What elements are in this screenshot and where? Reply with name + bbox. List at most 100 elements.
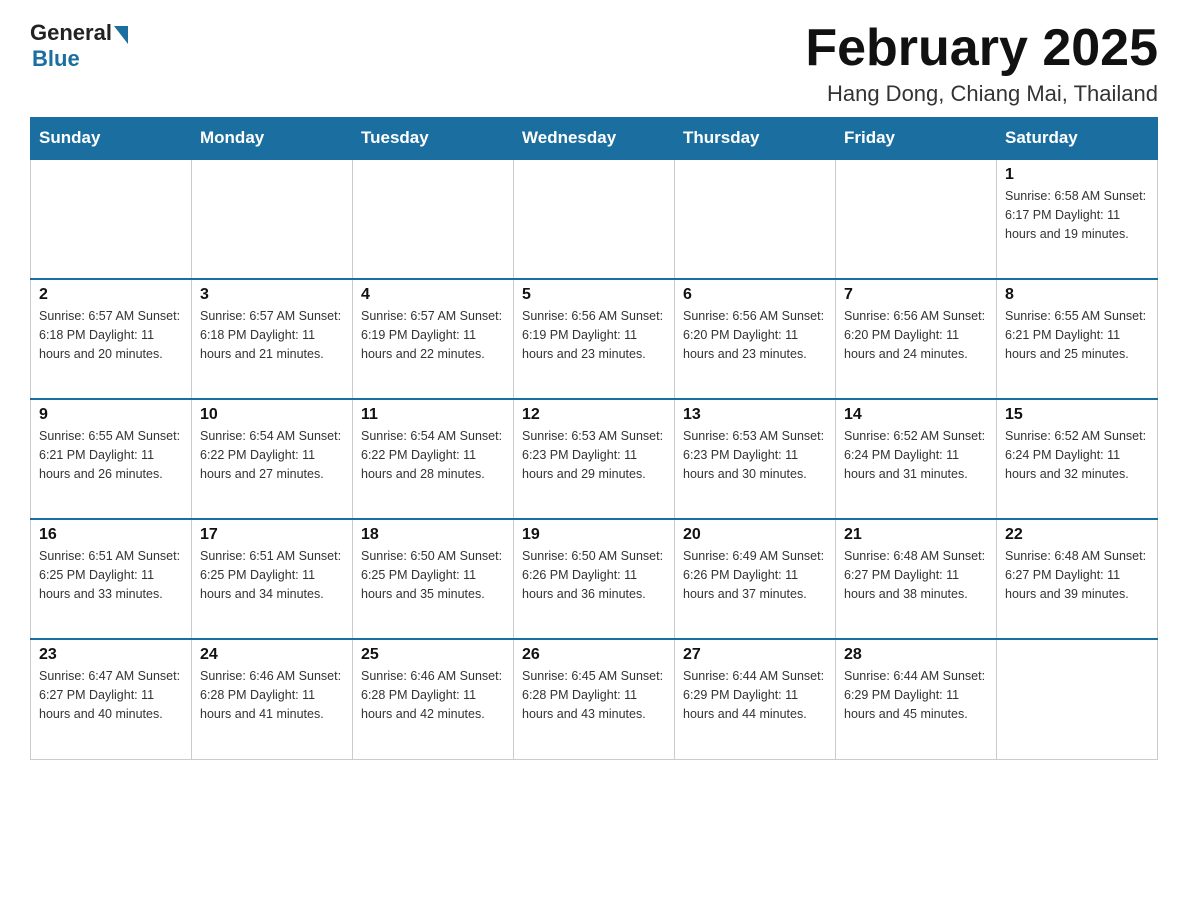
calendar-cell: 6 Sunrise: 6:56 AM Sunset: 6:20 PM Daylig…: [675, 279, 836, 399]
day-info: Sunrise: 6:44 AM Sunset: 6:29 PM Dayligh…: [844, 667, 988, 723]
logo: General Blue: [30, 20, 128, 72]
calendar-cell: 21Sunrise: 6:48 AM Sunset: 6:27 PM Dayli…: [836, 519, 997, 639]
day-number: 16: [39, 526, 183, 544]
day-info: Sunrise: 6:46 AM Sunset: 6:28 PM Dayligh…: [200, 667, 344, 723]
day-info: Sunrise: 6:45 AM Sunset: 6:28 PM Dayligh…: [522, 667, 666, 723]
day-info: Sunrise: 6:54 AM Sunset: 6:22 PM Dayligh…: [200, 427, 344, 483]
day-info: Sunrise: 6:56 AM Sunset: 6:20 PM Dayligh…: [683, 307, 827, 363]
calendar-cell: 1 Sunrise: 6:58 AM Sunset: 6:17 PM Daylig…: [997, 159, 1158, 279]
calendar-cell: 24 Sunrise: 6:46 AM Sunset: 6:28 PM Dayli…: [192, 639, 353, 759]
calendar-cell: 5 Sunrise: 6:56 AM Sunset: 6:19 PM Daylig…: [514, 279, 675, 399]
calendar-cell: 18 Sunrise: 6:50 AM Sunset: 6:25 PM Dayli…: [353, 519, 514, 639]
calendar-cell: [353, 159, 514, 279]
day-number: 27: [683, 646, 827, 664]
page-header: General Blue February 2025 Hang Dong, Ch…: [30, 20, 1158, 107]
day-number: 25: [361, 646, 505, 664]
calendar-cell: 26 Sunrise: 6:45 AM Sunset: 6:28 PM Dayli…: [514, 639, 675, 759]
day-number: 4: [361, 286, 505, 304]
calendar-day-header: Friday: [836, 118, 997, 160]
calendar-cell: 13 Sunrise: 6:53 AM Sunset: 6:23 PM Dayli…: [675, 399, 836, 519]
calendar-day-header: Wednesday: [514, 118, 675, 160]
day-info: Sunrise: 6:55 AM Sunset: 6:21 PM Dayligh…: [1005, 307, 1149, 363]
calendar-cell: 12 Sunrise: 6:53 AM Sunset: 6:23 PM Dayli…: [514, 399, 675, 519]
day-number: 24: [200, 646, 344, 664]
calendar-cell: 7 Sunrise: 6:56 AM Sunset: 6:20 PM Daylig…: [836, 279, 997, 399]
day-number: 1: [1005, 166, 1149, 184]
day-number: 14: [844, 406, 988, 424]
day-number: 8: [1005, 286, 1149, 304]
calendar-cell: [31, 159, 192, 279]
day-info: Sunrise: 6:51 AM Sunset: 6:25 PM Dayligh…: [200, 547, 344, 603]
day-info: Sunrise: 6:52 AM Sunset: 6:24 PM Dayligh…: [1005, 427, 1149, 483]
day-info: Sunrise: 6:50 AM Sunset: 6:25 PM Dayligh…: [361, 547, 505, 603]
day-info: Sunrise: 6:56 AM Sunset: 6:19 PM Dayligh…: [522, 307, 666, 363]
day-info: Sunrise: 6:49 AM Sunset: 6:26 PM Dayligh…: [683, 547, 827, 603]
calendar-week-row: 9 Sunrise: 6:55 AM Sunset: 6:21 PM Daylig…: [31, 399, 1158, 519]
day-info: Sunrise: 6:57 AM Sunset: 6:18 PM Dayligh…: [39, 307, 183, 363]
calendar-subtitle: Hang Dong, Chiang Mai, Thailand: [805, 81, 1158, 107]
calendar-cell: 27 Sunrise: 6:44 AM Sunset: 6:29 PM Dayli…: [675, 639, 836, 759]
calendar-cell: 2 Sunrise: 6:57 AM Sunset: 6:18 PM Daylig…: [31, 279, 192, 399]
logo-arrow-icon: [114, 26, 128, 44]
day-number: 6: [683, 286, 827, 304]
calendar-cell: 19 Sunrise: 6:50 AM Sunset: 6:26 PM Dayli…: [514, 519, 675, 639]
calendar-week-row: 23Sunrise: 6:47 AM Sunset: 6:27 PM Dayli…: [31, 639, 1158, 759]
calendar-cell: 16 Sunrise: 6:51 AM Sunset: 6:25 PM Dayli…: [31, 519, 192, 639]
day-info: Sunrise: 6:48 AM Sunset: 6:27 PM Dayligh…: [844, 547, 988, 603]
logo-general: General: [30, 20, 112, 46]
calendar-week-row: 16 Sunrise: 6:51 AM Sunset: 6:25 PM Dayli…: [31, 519, 1158, 639]
calendar-header-row: SundayMondayTuesdayWednesdayThursdayFrid…: [31, 118, 1158, 160]
day-info: Sunrise: 6:44 AM Sunset: 6:29 PM Dayligh…: [683, 667, 827, 723]
day-info: Sunrise: 6:58 AM Sunset: 6:17 PM Dayligh…: [1005, 187, 1149, 243]
day-number: 9: [39, 406, 183, 424]
day-number: 17: [200, 526, 344, 544]
day-info: Sunrise: 6:56 AM Sunset: 6:20 PM Dayligh…: [844, 307, 988, 363]
day-number: 7: [844, 286, 988, 304]
calendar-cell: 14 Sunrise: 6:52 AM Sunset: 6:24 PM Dayli…: [836, 399, 997, 519]
calendar-cell: 9 Sunrise: 6:55 AM Sunset: 6:21 PM Daylig…: [31, 399, 192, 519]
day-info: Sunrise: 6:57 AM Sunset: 6:18 PM Dayligh…: [200, 307, 344, 363]
calendar-cell: 17 Sunrise: 6:51 AM Sunset: 6:25 PM Dayli…: [192, 519, 353, 639]
calendar-cell: [192, 159, 353, 279]
title-area: February 2025 Hang Dong, Chiang Mai, Tha…: [805, 20, 1158, 107]
calendar-cell: 8 Sunrise: 6:55 AM Sunset: 6:21 PM Daylig…: [997, 279, 1158, 399]
calendar-cell: 25Sunrise: 6:46 AM Sunset: 6:28 PM Dayli…: [353, 639, 514, 759]
day-info: Sunrise: 6:55 AM Sunset: 6:21 PM Dayligh…: [39, 427, 183, 483]
day-number: 20: [683, 526, 827, 544]
calendar-cell: 28 Sunrise: 6:44 AM Sunset: 6:29 PM Dayli…: [836, 639, 997, 759]
calendar-cell: 23Sunrise: 6:47 AM Sunset: 6:27 PM Dayli…: [31, 639, 192, 759]
calendar-body: 1 Sunrise: 6:58 AM Sunset: 6:17 PM Daylig…: [31, 159, 1158, 759]
day-info: Sunrise: 6:50 AM Sunset: 6:26 PM Dayligh…: [522, 547, 666, 603]
day-number: 5: [522, 286, 666, 304]
day-number: 15: [1005, 406, 1149, 424]
calendar-cell: [997, 639, 1158, 759]
day-number: 3: [200, 286, 344, 304]
day-number: 28: [844, 646, 988, 664]
day-number: 10: [200, 406, 344, 424]
calendar-title: February 2025: [805, 20, 1158, 77]
calendar-cell: 11Sunrise: 6:54 AM Sunset: 6:22 PM Dayli…: [353, 399, 514, 519]
calendar-cell: 10 Sunrise: 6:54 AM Sunset: 6:22 PM Dayli…: [192, 399, 353, 519]
day-info: Sunrise: 6:52 AM Sunset: 6:24 PM Dayligh…: [844, 427, 988, 483]
calendar-cell: [836, 159, 997, 279]
day-number: 18: [361, 526, 505, 544]
day-info: Sunrise: 6:51 AM Sunset: 6:25 PM Dayligh…: [39, 547, 183, 603]
day-number: 2: [39, 286, 183, 304]
calendar-cell: 3 Sunrise: 6:57 AM Sunset: 6:18 PM Daylig…: [192, 279, 353, 399]
calendar-week-row: 1 Sunrise: 6:58 AM Sunset: 6:17 PM Daylig…: [31, 159, 1158, 279]
calendar-day-header: Saturday: [997, 118, 1158, 160]
logo-blue-text: Blue: [32, 46, 80, 72]
calendar-cell: 20 Sunrise: 6:49 AM Sunset: 6:26 PM Dayli…: [675, 519, 836, 639]
calendar-cell: 15 Sunrise: 6:52 AM Sunset: 6:24 PM Dayli…: [997, 399, 1158, 519]
calendar-table: SundayMondayTuesdayWednesdayThursdayFrid…: [30, 117, 1158, 760]
day-number: 13: [683, 406, 827, 424]
calendar-day-header: Thursday: [675, 118, 836, 160]
day-info: Sunrise: 6:53 AM Sunset: 6:23 PM Dayligh…: [683, 427, 827, 483]
day-number: 19: [522, 526, 666, 544]
day-info: Sunrise: 6:53 AM Sunset: 6:23 PM Dayligh…: [522, 427, 666, 483]
day-info: Sunrise: 6:54 AM Sunset: 6:22 PM Dayligh…: [361, 427, 505, 483]
calendar-day-header: Sunday: [31, 118, 192, 160]
calendar-cell: [514, 159, 675, 279]
day-number: 12: [522, 406, 666, 424]
day-number: 26: [522, 646, 666, 664]
